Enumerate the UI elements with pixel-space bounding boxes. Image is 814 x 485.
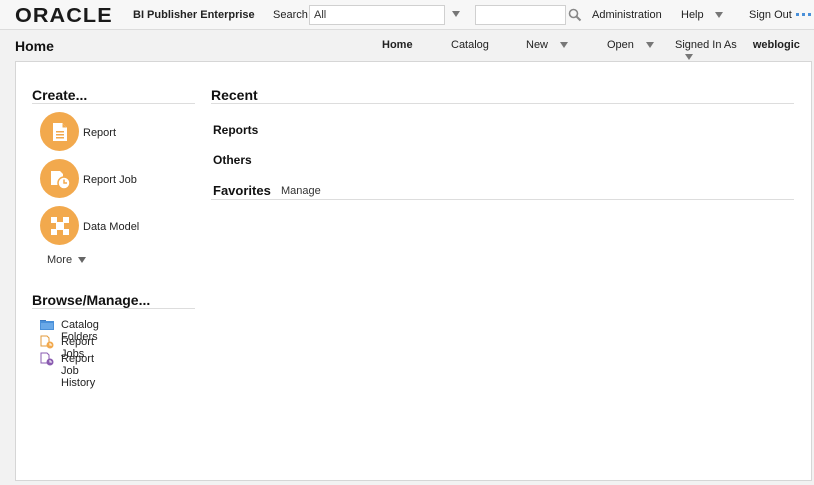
more-options-icon[interactable] bbox=[796, 13, 812, 16]
create-report-job-label: Report Job bbox=[83, 174, 137, 186]
signed-in-menu[interactable]: Signed In As weblogic bbox=[675, 39, 814, 63]
create-more-menu[interactable]: More bbox=[47, 254, 87, 266]
page-title: Home bbox=[15, 38, 54, 54]
help-dropdown-icon bbox=[714, 12, 723, 19]
report-jobs-icon bbox=[40, 335, 54, 349]
create-report-job-button[interactable]: Report Job bbox=[40, 159, 190, 199]
create-data-model-label: Data Model bbox=[83, 221, 140, 233]
job-history-icon bbox=[40, 352, 54, 366]
oracle-logo: ORACLE bbox=[15, 5, 113, 27]
search-scope-dropdown-icon[interactable] bbox=[452, 11, 460, 17]
new-dropdown-icon bbox=[560, 42, 569, 49]
report-job-icon bbox=[40, 159, 79, 198]
signed-in-user: weblogic bbox=[752, 39, 800, 51]
help-menu[interactable]: Help bbox=[681, 9, 723, 21]
browse-divider bbox=[32, 308, 195, 309]
folder-icon bbox=[40, 320, 54, 330]
search-input[interactable] bbox=[475, 5, 566, 25]
search-icon[interactable] bbox=[568, 8, 582, 22]
recent-others-heading: Others bbox=[213, 153, 252, 167]
nav-new-menu[interactable]: New bbox=[526, 39, 569, 51]
data-model-icon bbox=[40, 206, 79, 245]
nav-new-label: New bbox=[526, 39, 549, 51]
favorites-divider bbox=[211, 199, 794, 200]
more-dropdown-icon bbox=[78, 257, 87, 264]
nav-catalog[interactable]: Catalog bbox=[451, 39, 489, 51]
user-dropdown-icon bbox=[685, 54, 693, 61]
product-name: BI Publisher Enterprise bbox=[133, 9, 255, 21]
sign-out-link[interactable]: Sign Out bbox=[749, 9, 792, 21]
open-dropdown-icon bbox=[645, 42, 654, 49]
recent-divider bbox=[211, 103, 794, 104]
browse-section-title: Browse/Manage... bbox=[32, 292, 151, 308]
search-scope-select[interactable]: All bbox=[309, 5, 445, 25]
favorites-manage-link[interactable]: Manage bbox=[281, 185, 321, 197]
nav-home[interactable]: Home bbox=[382, 39, 413, 51]
create-report-label: Report bbox=[83, 127, 117, 139]
create-more-label: More bbox=[47, 254, 73, 266]
report-job-history-label: Report Job History bbox=[61, 353, 96, 389]
recent-section-title: Recent bbox=[211, 87, 258, 103]
administration-link[interactable]: Administration bbox=[592, 9, 662, 21]
create-divider bbox=[32, 103, 195, 104]
recent-reports-heading: Reports bbox=[213, 123, 259, 137]
favorites-section-title: Favorites bbox=[213, 183, 271, 198]
nav-open-label: Open bbox=[607, 39, 634, 51]
search-scope-value: All bbox=[314, 9, 327, 21]
nav-open-menu[interactable]: Open bbox=[607, 39, 654, 51]
search-label: Search bbox=[273, 9, 308, 21]
create-data-model-button[interactable]: Data Model bbox=[40, 206, 190, 246]
help-label: Help bbox=[681, 9, 704, 21]
report-icon bbox=[40, 112, 79, 151]
create-section-title: Create... bbox=[32, 87, 88, 103]
signed-in-as-label: Signed In As bbox=[675, 39, 737, 51]
global-header: ORACLE BI Publisher Enterprise Search Al… bbox=[0, 0, 814, 30]
create-report-button[interactable]: Report bbox=[40, 112, 190, 152]
